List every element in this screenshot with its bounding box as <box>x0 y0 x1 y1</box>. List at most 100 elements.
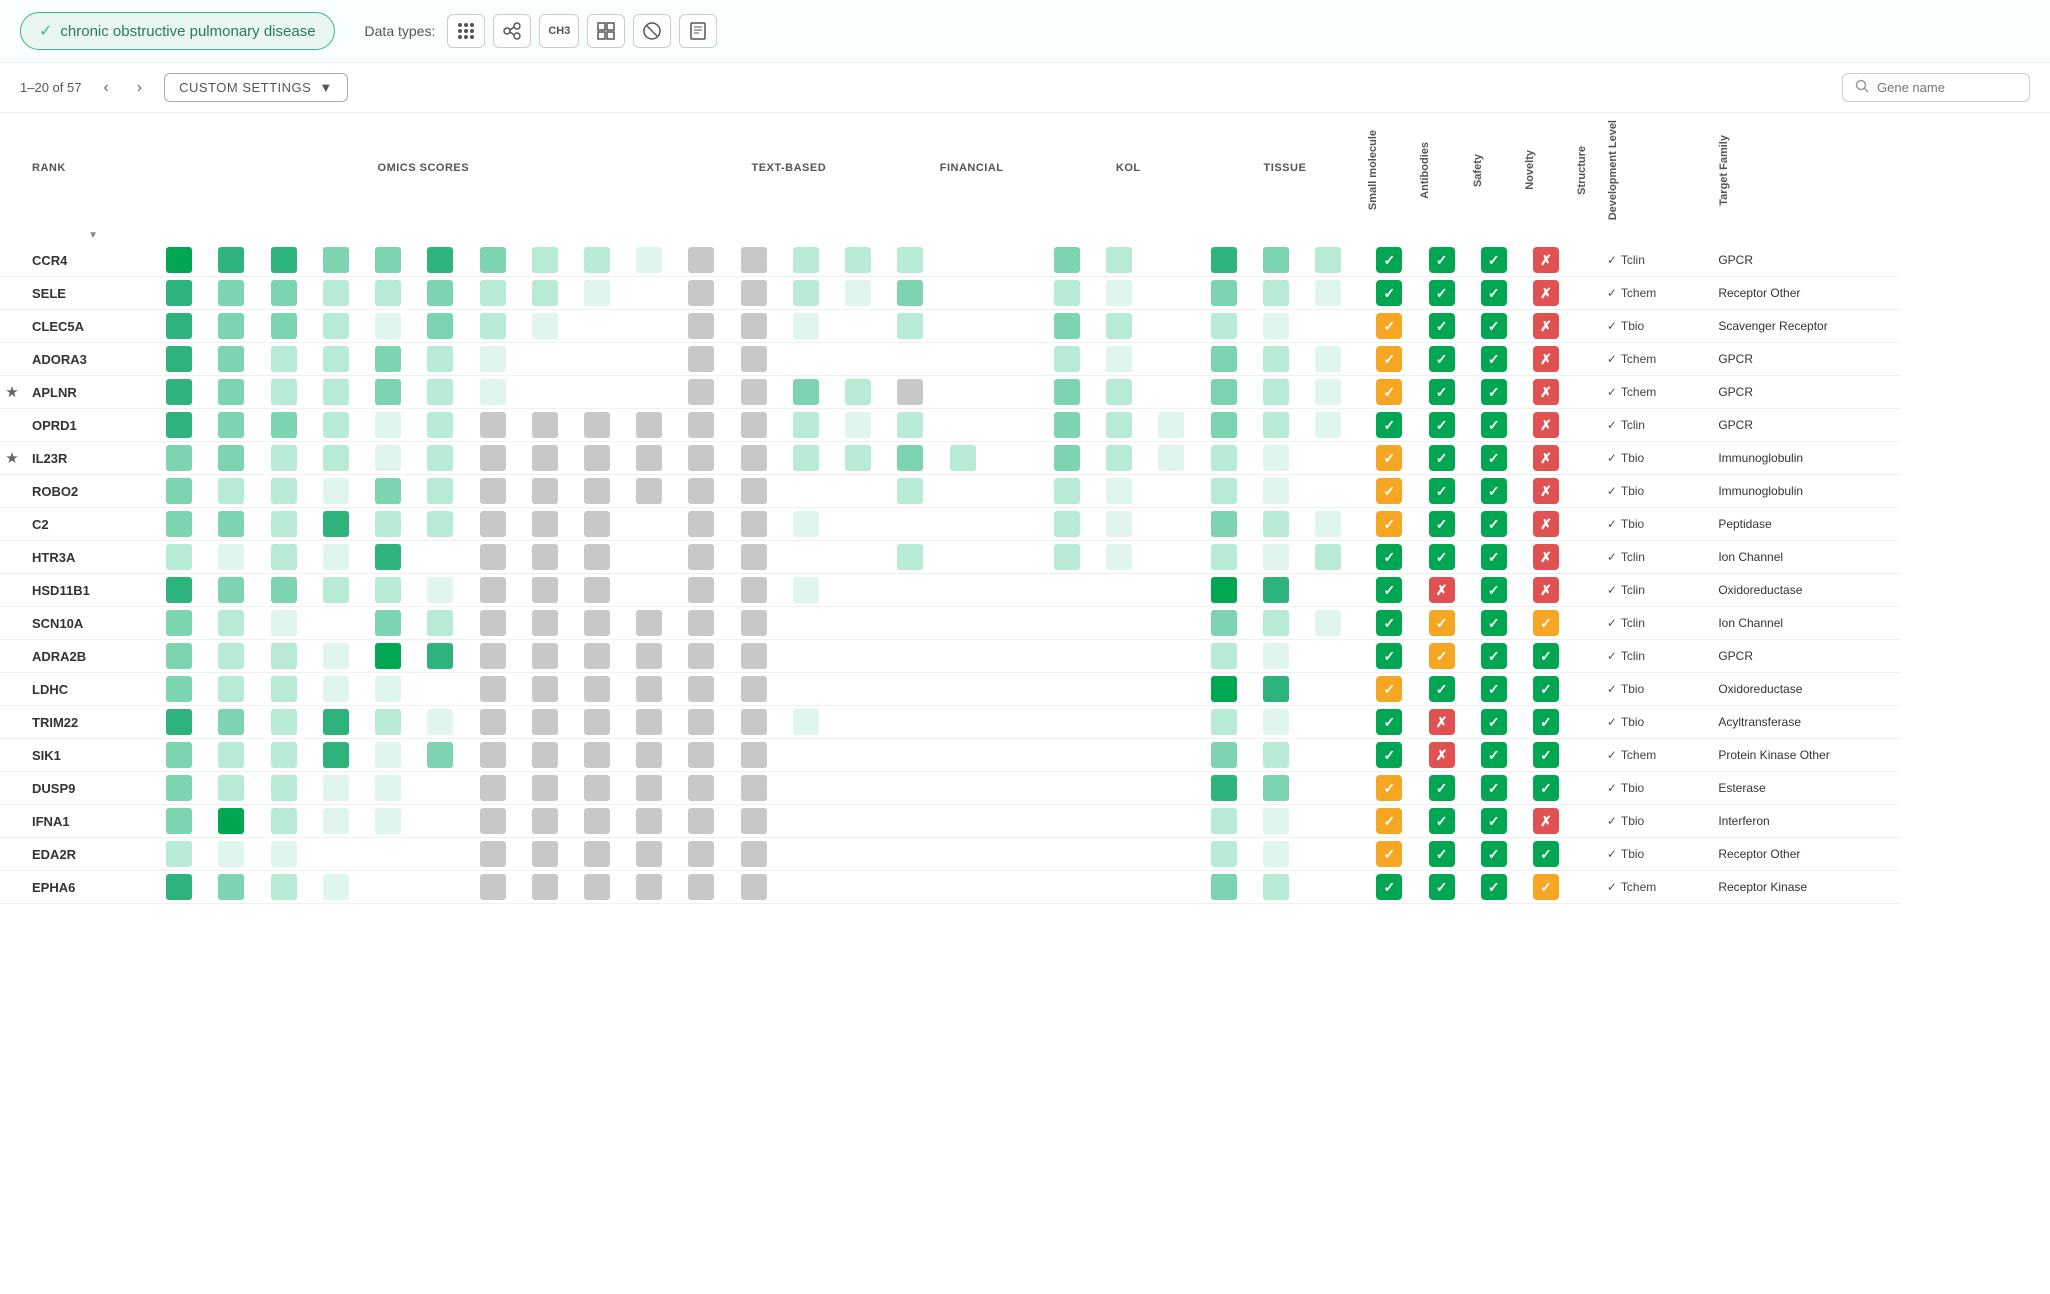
table-row[interactable]: ADORA3✓✓✓✗✓TchemGPCR <box>0 343 1900 376</box>
text-cell <box>789 673 841 706</box>
dt-btn-safety[interactable] <box>633 14 671 48</box>
table-row[interactable]: LDHC✓✓✓✓✓TbioOxidoreductase <box>0 673 1900 706</box>
table-row[interactable]: EPHA6✓✓✓✓✓TchemReceptor Kinase <box>0 871 1900 904</box>
gene-name-cell[interactable]: ADRA2B <box>24 640 162 673</box>
gene-name-cell[interactable]: HSD11B1 <box>24 574 162 607</box>
table-row[interactable]: CLEC5A✓✓✓✗✓TbioScavenger Receptor <box>0 310 1900 343</box>
rank-sort-arrow[interactable]: ▼ <box>88 230 98 241</box>
gene-name-cell[interactable]: C2 <box>24 508 162 541</box>
star-cell[interactable] <box>0 838 24 871</box>
safety-check: ✓ <box>1468 244 1520 277</box>
prev-page-button[interactable]: ‹ <box>97 77 114 99</box>
table-row[interactable]: SELE✓✓✓✗✓TchemReceptor Other <box>0 277 1900 310</box>
gene-name-cell[interactable]: LDHC <box>24 673 162 706</box>
table-row[interactable]: SIK1✓✗✓✓✓TchemProtein Kinase Other <box>0 739 1900 772</box>
table-row[interactable]: IFNA1✓✓✓✗✓TbioInterferon <box>0 805 1900 838</box>
dt-btn-network[interactable] <box>493 14 531 48</box>
star-cell[interactable] <box>0 310 24 343</box>
table-row[interactable]: CCR4✓✓✓✗✓TclinGPCR <box>0 244 1900 277</box>
pagination-label: 1–20 of 57 <box>20 80 81 95</box>
star-cell[interactable] <box>0 673 24 706</box>
gene-name-cell[interactable]: APLNR <box>24 376 162 409</box>
dt-btn-genetics[interactable] <box>447 14 485 48</box>
star-cell[interactable] <box>0 871 24 904</box>
star-cell[interactable] <box>0 343 24 376</box>
star-cell[interactable] <box>0 277 24 310</box>
text-cell <box>841 475 893 508</box>
search-box[interactable] <box>1842 73 2030 102</box>
gene-name-cell[interactable]: ROBO2 <box>24 475 162 508</box>
star-cell[interactable] <box>0 772 24 805</box>
star-cell[interactable] <box>0 244 24 277</box>
text-cell <box>737 739 789 772</box>
gene-name-input[interactable] <box>1877 80 2017 95</box>
table-row[interactable]: TRIM22✓✗✓✓✓TbioAcyltransferase <box>0 706 1900 739</box>
star-cell[interactable] <box>0 640 24 673</box>
structure-check <box>1572 805 1603 838</box>
table-row[interactable]: OPRD1✓✓✓✗✓TclinGPCR <box>0 409 1900 442</box>
star-cell[interactable] <box>0 508 24 541</box>
table-row[interactable]: HTR3A✓✓✓✗✓TclinIon Channel <box>0 541 1900 574</box>
star-cell[interactable] <box>0 475 24 508</box>
tissue-cell <box>1259 475 1311 508</box>
gene-name-cell[interactable]: TRIM22 <box>24 706 162 739</box>
omics-cell <box>632 376 684 409</box>
star-cell[interactable] <box>0 607 24 640</box>
custom-settings-button[interactable]: CUSTOM SETTINGS ▼ <box>164 73 348 102</box>
text-cell <box>841 871 893 904</box>
disease-tag[interactable]: ✓ chronic obstructive pulmonary disease <box>20 12 335 50</box>
target-family-cell: Esterase <box>1710 772 1900 805</box>
gene-name-cell[interactable]: OPRD1 <box>24 409 162 442</box>
safety-check: ✓ <box>1468 673 1520 706</box>
tissue-cell <box>1311 244 1363 277</box>
gene-name-cell[interactable]: SIK1 <box>24 739 162 772</box>
gene-name-cell[interactable]: HTR3A <box>24 541 162 574</box>
gene-name-cell[interactable]: IFNA1 <box>24 805 162 838</box>
gene-name-cell[interactable]: IL23R <box>24 442 162 475</box>
tissue-cell <box>1259 640 1311 673</box>
star-cell[interactable]: ★ <box>0 376 24 409</box>
omics-cell <box>476 640 528 673</box>
gene-name-cell[interactable]: DUSP9 <box>24 772 162 805</box>
gene-name-cell[interactable]: EPHA6 <box>24 871 162 904</box>
omics-cell <box>371 508 423 541</box>
financial-cell <box>946 277 998 310</box>
target-family-cell: Peptidase <box>1710 508 1900 541</box>
gene-name-cell[interactable]: CCR4 <box>24 244 162 277</box>
table-row[interactable]: DUSP9✓✓✓✓✓TbioEsterase <box>0 772 1900 805</box>
star-icon[interactable]: ★ <box>5 384 18 401</box>
dt-btn-epigenetics[interactable]: CH3 <box>539 14 579 48</box>
gene-name-cell[interactable]: CLEC5A <box>24 310 162 343</box>
star-cell[interactable]: ★ <box>0 442 24 475</box>
text-cell <box>841 343 893 376</box>
star-cell[interactable] <box>0 409 24 442</box>
table-row[interactable]: ★IL23R✓✓✓✗✓TbioImmunoglobulin <box>0 442 1900 475</box>
next-page-button[interactable]: › <box>131 77 148 99</box>
gene-name-cell[interactable]: EDA2R <box>24 838 162 871</box>
omics-cell <box>162 673 214 706</box>
star-cell[interactable] <box>0 805 24 838</box>
table-row[interactable]: SCN10A✓✓✓✓✓TclinIon Channel <box>0 607 1900 640</box>
sm-rotated-header: Small molecule <box>1363 113 1415 223</box>
novelty-check: ✓ <box>1520 673 1572 706</box>
text-cell <box>684 574 736 607</box>
star-icon[interactable]: ★ <box>5 450 18 467</box>
table-row[interactable]: C2✓✓✓✗✓TbioPeptidase <box>0 508 1900 541</box>
dt-btn-literature[interactable] <box>679 14 717 48</box>
table-row[interactable]: HSD11B1✓✗✓✗✓TclinOxidoreductase <box>0 574 1900 607</box>
star-cell[interactable] <box>0 706 24 739</box>
table-row[interactable]: ADRA2B✓✓✓✓✓TclinGPCR <box>0 640 1900 673</box>
star-cell[interactable] <box>0 541 24 574</box>
table-row[interactable]: ★APLNR✓✓✓✗✓TchemGPCR <box>0 376 1900 409</box>
kol-cell <box>1154 574 1206 607</box>
table-row[interactable]: EDA2R✓✓✓✓✓TbioReceptor Other <box>0 838 1900 871</box>
gene-name-cell[interactable]: SELE <box>24 277 162 310</box>
financial-cell <box>893 475 945 508</box>
dt-btn-expression[interactable] <box>587 14 625 48</box>
star-cell[interactable] <box>0 739 24 772</box>
gene-name-cell[interactable]: SCN10A <box>24 607 162 640</box>
star-cell[interactable] <box>0 574 24 607</box>
gene-name-cell[interactable]: ADORA3 <box>24 343 162 376</box>
omics-cell <box>528 541 580 574</box>
table-row[interactable]: ROBO2✓✓✓✗✓TbioImmunoglobulin <box>0 475 1900 508</box>
